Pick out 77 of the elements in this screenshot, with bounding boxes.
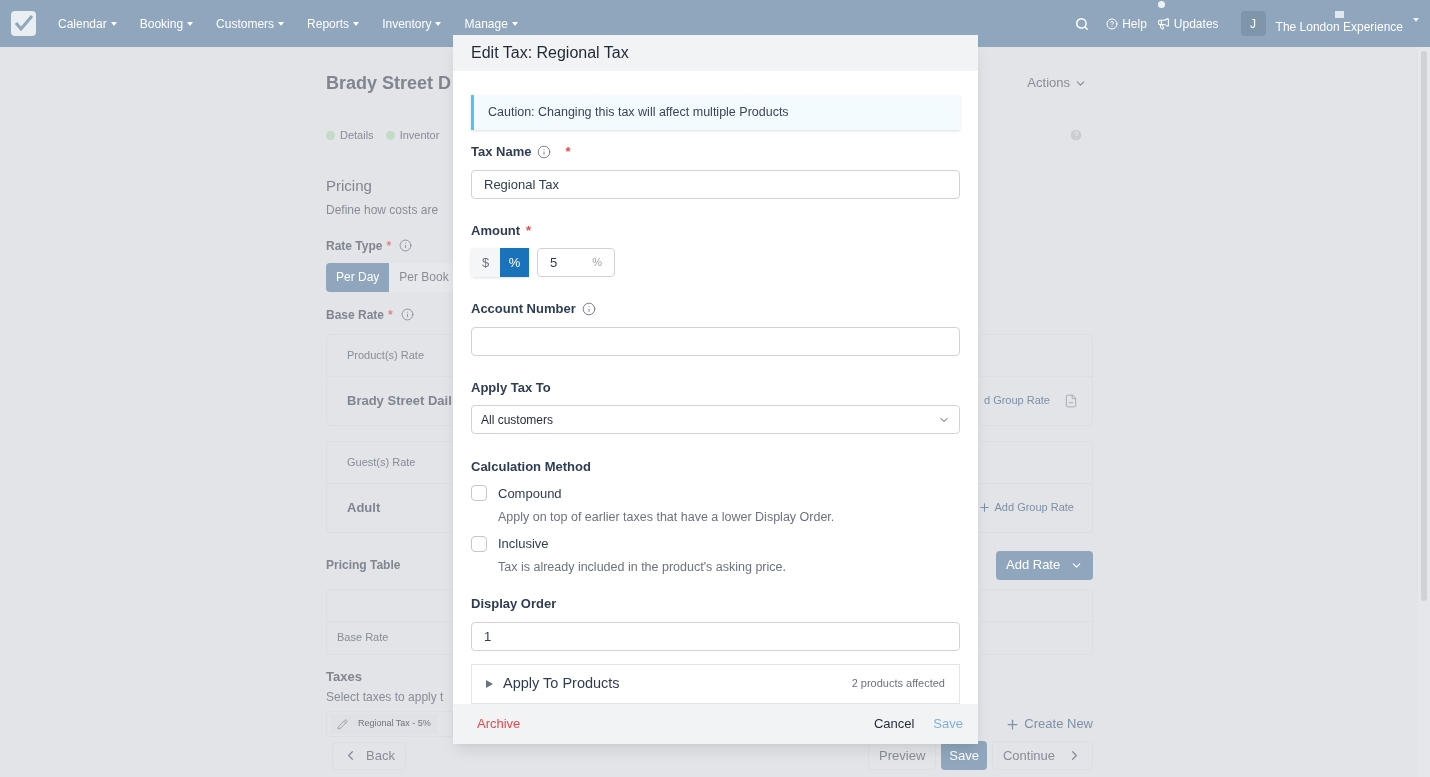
cancel-button[interactable]: Cancel [873, 713, 915, 734]
field-label: Base Rate [326, 306, 385, 324]
archive-button[interactable]: Archive [477, 713, 521, 734]
required-asterisk: * [386, 237, 392, 255]
checkbox-label[interactable]: Inclusive [498, 533, 549, 554]
actions-menu[interactable]: Actions [1027, 73, 1087, 93]
tax-name-input[interactable]: Regional Tax [471, 169, 960, 199]
unit-toggle[interactable]: % [500, 248, 529, 277]
nav-menu[interactable]: Calendar [58, 14, 117, 33]
checkbox[interactable] [471, 535, 487, 552]
info-icon[interactable] [581, 301, 596, 316]
caution-banner: Caution: Changing this tax will affect multiple Products [471, 95, 960, 130]
card-header: Product(s) Rate [347, 347, 425, 363]
plus-icon [1005, 716, 1021, 732]
required-asterisk: * [526, 221, 532, 240]
account-name[interactable]: The London Experience [1275, 18, 1403, 36]
option-description: Apply on top of earlier taxes that have a lower Display Order. [498, 509, 836, 526]
field-label: Rate Type [326, 237, 383, 255]
apply-to-products-toggle[interactable]: Apply To Products 2 products affected [471, 663, 960, 704]
help-link[interactable]: Help [1106, 14, 1147, 33]
nav-menu[interactable]: Inventory [382, 14, 442, 33]
rate-name: Brady Street Dail [347, 391, 452, 410]
unit-toggle[interactable]: $ [471, 248, 500, 277]
help-icon[interactable] [1069, 128, 1083, 142]
help-icon [1106, 17, 1119, 30]
section-title: Pricing [326, 176, 372, 196]
checkbox[interactable] [471, 485, 487, 502]
field-label: Display Order [471, 595, 557, 613]
field-label: Amount [471, 221, 521, 240]
plus-icon [977, 501, 991, 514]
info-icon[interactable] [537, 144, 552, 159]
field-label: Tax Name [471, 143, 532, 161]
info-icon [400, 308, 414, 321]
percent-suffix: % [592, 255, 602, 271]
step-tab[interactable]: Inventor [399, 126, 440, 144]
add-rate-button[interactable]: Add Rate [996, 550, 1093, 580]
field-label: Calculation Method [471, 458, 591, 476]
megaphone-icon [1156, 17, 1170, 30]
rate-name: Adult [347, 498, 381, 517]
nav-menu[interactable]: Manage [464, 14, 518, 33]
nav-menu[interactable]: Booking [139, 14, 194, 33]
updates-link[interactable]: Updates [1156, 14, 1219, 33]
field-label: Apply Tax To [471, 378, 551, 397]
display-order-input[interactable]: 1 [471, 621, 960, 651]
checkmark-logo-icon[interactable] [11, 11, 36, 36]
checkbox-label[interactable]: Compound [498, 483, 562, 503]
info-icon [399, 239, 413, 252]
required-asterisk: * [388, 306, 393, 324]
page-title: Brady Street D [326, 71, 452, 95]
apply-tax-to-select[interactable]: All customers [471, 405, 960, 434]
pencil-icon [337, 718, 348, 730]
add-group-rate-link[interactable]: Add Group Rate [994, 499, 1074, 516]
amount-input[interactable]: 5 % [537, 248, 615, 277]
nav-menu[interactable]: Reports [307, 14, 360, 33]
card-header: Guest(s) Rate [347, 454, 416, 470]
field-label: Taxes [326, 667, 362, 686]
caret-icon[interactable] [1413, 17, 1419, 22]
search-icon[interactable] [1075, 16, 1090, 31]
add-group-rate-link[interactable]: d Group Rate [983, 392, 1050, 409]
option-description: Tax is already included in the product's asking price. [498, 559, 787, 577]
required-asterisk: * [565, 143, 571, 161]
field-label: Pricing Table [326, 557, 401, 574]
rate-type-tab[interactable]: Per Day [326, 262, 390, 292]
back-button[interactable]: Back [332, 741, 406, 770]
table-cell-text: Base Rate [337, 630, 389, 646]
field-label: Account Number [471, 300, 576, 318]
user-avatar[interactable]: J [1240, 11, 1266, 36]
continue-button[interactable]: Continue [991, 741, 1093, 770]
step-tab[interactable]: Details [340, 126, 374, 144]
field-hint: Select taxes to apply t [326, 689, 444, 706]
account-number-input[interactable] [471, 326, 960, 356]
section-subtitle: Define how costs are [326, 201, 439, 219]
account-logo-icon [1334, 11, 1344, 18]
dialog-title: Edit Tax: Regional Tax [471, 43, 629, 63]
document-icon[interactable] [1064, 393, 1078, 408]
create-new-link[interactable]: Create New [1005, 714, 1093, 734]
nav-menu[interactable]: Customers [216, 14, 285, 33]
